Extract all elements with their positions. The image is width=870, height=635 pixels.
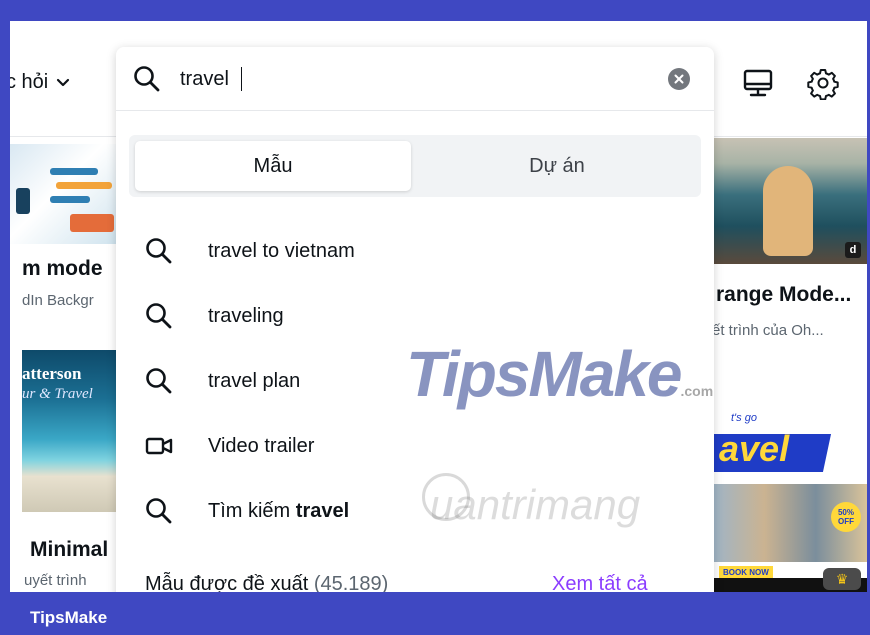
suggestion-label: travel to vietnam — [208, 239, 355, 262]
recommended-title: Mẫu được đề xuất (45.189) — [145, 573, 388, 592]
monitor-icon — [743, 69, 773, 97]
suggestion-label: travel plan — [208, 369, 301, 392]
search-icon — [146, 238, 172, 264]
search-tabs: Mẫu Dự án — [129, 135, 701, 197]
recommended-header: Mẫu được đề xuất (45.189) Xem tất cả — [116, 565, 714, 592]
template-thumbnail[interactable] — [10, 144, 118, 244]
suggestion-item[interactable]: traveling — [116, 286, 714, 346]
close-icon — [674, 74, 684, 84]
suggestion-query: travel — [295, 499, 350, 522]
suggestion-item[interactable]: travel to vietnam — [116, 221, 714, 281]
suggestion-item[interactable]: Tìm kiếm travel — [116, 481, 714, 541]
suggestion-label: Video trailer — [208, 434, 315, 457]
search-icon — [146, 498, 172, 524]
text-cursor — [241, 67, 242, 91]
chevron-down-icon — [57, 78, 70, 86]
left-template-column: m mode dIn Backgr atterson ur & Travel M… — [10, 138, 118, 592]
thumbnail-text: atterson — [22, 364, 82, 383]
offer-badge: 50% OFF — [831, 502, 861, 532]
recommended-count: (45.189) — [313, 573, 389, 592]
search-dropdown: Mẫu Dự án travel to vietnam traveling tr… — [116, 47, 714, 592]
search-bar — [116, 47, 714, 111]
learn-menu[interactable]: c hỏi — [10, 71, 70, 94]
search-input[interactable] — [180, 65, 650, 93]
tab-projects[interactable]: Dự án — [419, 141, 695, 191]
gear-icon — [807, 69, 839, 100]
video-badge: d — [845, 242, 861, 258]
clear-search-button[interactable] — [668, 68, 690, 90]
suggestion-item[interactable]: Video trailer — [116, 416, 714, 476]
search-icon — [146, 368, 172, 394]
thumbnail-text: avel — [719, 428, 790, 469]
desktop-app-button[interactable] — [738, 63, 778, 103]
learn-menu-label: c hỏi — [10, 71, 49, 93]
template-title[interactable]: Minimal — [30, 538, 108, 562]
recommended-label: Mẫu được đề xuất — [145, 573, 309, 592]
template-thumbnail[interactable]: d — [713, 138, 867, 264]
template-thumbnail[interactable]: atterson ur & Travel — [22, 350, 118, 512]
crown-icon: ♛ — [823, 568, 861, 590]
thumbnail-text: t's go — [731, 412, 757, 424]
video-camera-icon — [145, 437, 173, 455]
template-title[interactable]: range Mode... — [716, 283, 851, 307]
right-template-column: d range Mode... ết trình của Oh... t's g… — [710, 138, 867, 592]
search-icon — [146, 303, 172, 329]
suggestion-label: traveling — [208, 304, 284, 327]
template-thumbnail[interactable]: t's go avel 50% OFF BOOK NOW ♛ — [713, 398, 867, 592]
tab-templates[interactable]: Mẫu — [135, 141, 411, 191]
see-all-link[interactable]: Xem tất cả — [552, 573, 648, 592]
template-subtitle: dIn Backgr — [22, 292, 94, 309]
settings-button[interactable] — [803, 63, 843, 103]
app-screen: c hỏi m mode dIn Backgr atterson ur & Tr… — [10, 21, 867, 592]
search-icon — [134, 66, 160, 92]
template-subtitle: uyết trình — [24, 572, 87, 589]
template-subtitle: ết trình của Oh... — [712, 322, 824, 339]
suggestion-label: Tìm kiếm travel — [208, 500, 349, 523]
thumbnail-text: ur & Travel — [22, 386, 93, 402]
template-title[interactable]: m mode — [22, 257, 103, 281]
brand-label: TipsMake — [30, 608, 108, 627]
suggestion-item[interactable]: travel plan — [116, 351, 714, 411]
suggestion-prefix: Tìm kiếm — [208, 499, 296, 522]
thumbnail-figure — [763, 166, 813, 256]
